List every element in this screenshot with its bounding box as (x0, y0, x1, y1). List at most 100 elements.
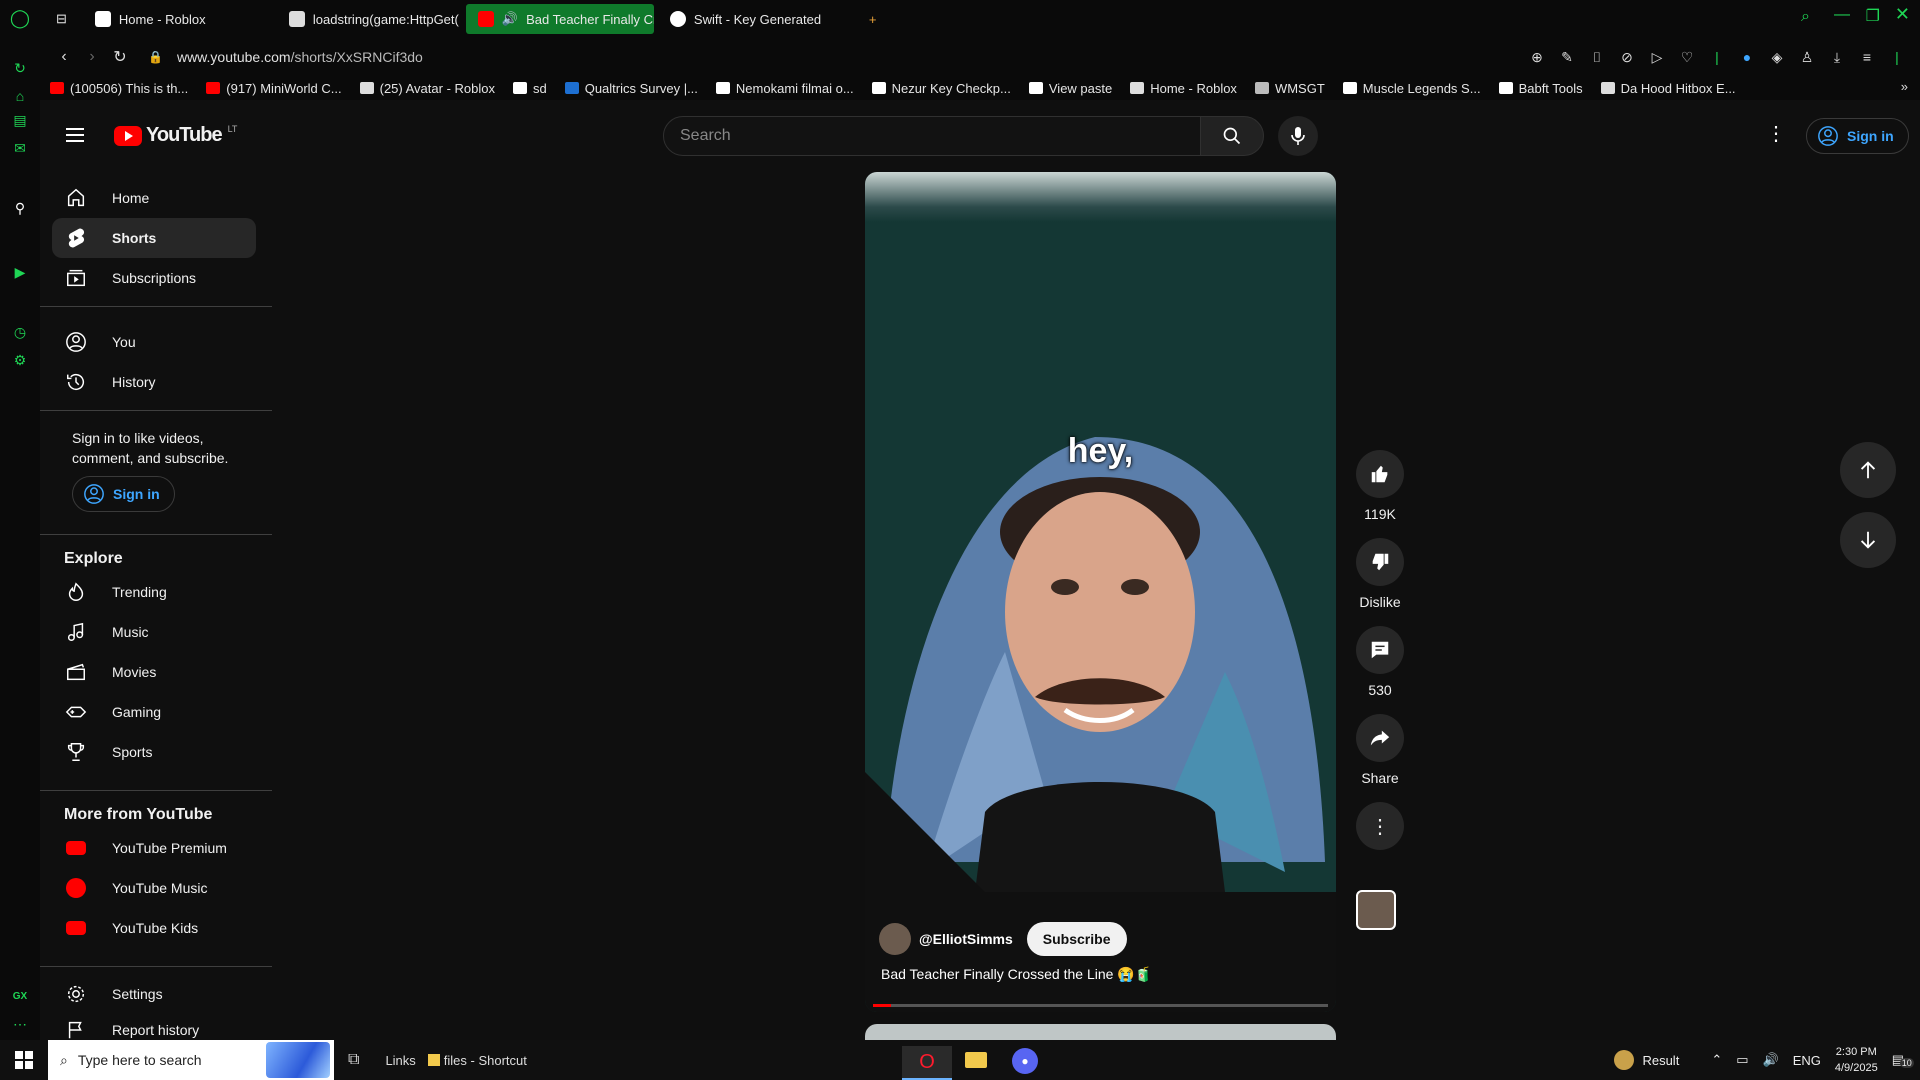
search-button[interactable] (1200, 116, 1264, 156)
network-icon[interactable]: ▭ (1736, 1052, 1748, 1068)
sidebar-item-trending[interactable]: Trending (52, 572, 256, 612)
download-icon[interactable]: ⤓ (1828, 48, 1846, 66)
language-indicator[interactable]: ENG (1793, 1053, 1821, 1068)
tab-loadstring[interactable]: loadstring(game:HttpGet( (277, 4, 462, 34)
cube-icon[interactable]: ◈ (1768, 48, 1786, 66)
url-field[interactable]: www.youtube.com/shorts/XxSRNCif3do (177, 49, 423, 65)
comments-button[interactable] (1356, 626, 1404, 674)
tray-expand-icon[interactable]: ⌃ (1711, 1052, 1722, 1068)
sidebar-item-you[interactable]: You (52, 322, 256, 362)
sign-in-button[interactable]: Sign in (1806, 118, 1909, 154)
short-video-player[interactable]: hey, @ElliotSimms Subscribe Bad Teacher … (865, 172, 1336, 1012)
gx-settings-icon[interactable]: ⚙ (10, 350, 30, 370)
bookmark-item[interactable]: Qualtrics Survey |... (564, 81, 698, 96)
subscribe-button[interactable]: Subscribe (1026, 922, 1127, 956)
result-widget[interactable]: Result (1614, 1050, 1679, 1070)
workspace-tab[interactable]: ⊟ (44, 4, 79, 34)
tab-bad-teacher[interactable]: 🔊 Bad Teacher Finally Cr (465, 4, 654, 34)
gx-control-icon[interactable]: ↻ (10, 58, 30, 78)
forward-icon[interactable]: › (78, 48, 106, 66)
previous-short-button[interactable] (1840, 442, 1896, 498)
minimize-icon[interactable]: — (1834, 6, 1850, 24)
voice-search-button[interactable] (1278, 116, 1318, 156)
gx-twitch-icon[interactable]: ▤ (10, 110, 30, 130)
discord-icon[interactable]: ● (1012, 1048, 1038, 1074)
next-short-button[interactable] (1840, 512, 1896, 568)
opera-gx-taskbar-icon[interactable]: O (902, 1046, 952, 1080)
scroll-up-icon[interactable]: ⌃ (262, 170, 270, 173)
gx-history-icon[interactable]: ◷ (10, 322, 30, 342)
settings-more-icon[interactable]: ⋮ (1766, 124, 1786, 144)
gx-bot-icon[interactable]: ⌂ (10, 86, 30, 106)
gx-pinned-icon[interactable]: ⚲ (10, 198, 30, 218)
bookmark-item[interactable]: (917) MiniWorld C... (206, 81, 342, 96)
search-input[interactable]: Search (663, 116, 1201, 156)
bookmark-item[interactable]: WMSGT (1254, 81, 1325, 96)
bookmark-item[interactable]: Nezur Key Checkp... (871, 81, 1011, 96)
bookmark-item[interactable]: (25) Avatar - Roblox (359, 81, 495, 96)
sidebar-item-youtube-premium[interactable]: YouTube Premium (52, 828, 256, 868)
tab-home-roblox[interactable]: Home - Roblox (83, 4, 273, 34)
gx-player-icon[interactable]: ▶ (10, 262, 30, 282)
files-shortcut[interactable]: files - Shortcut (427, 1053, 527, 1068)
menu-hamburger-icon[interactable] (66, 128, 84, 142)
bookmark-item[interactable]: Da Hood Hitbox E... (1600, 81, 1736, 96)
sidebar-item-music[interactable]: Music (52, 612, 256, 652)
sidebar-item-subscriptions[interactable]: Subscriptions (52, 258, 256, 298)
like-button[interactable] (1356, 450, 1404, 498)
channel-avatar[interactable] (879, 923, 911, 955)
extension-icon[interactable]: ● (1738, 48, 1756, 66)
block-icon[interactable]: ⊘ (1618, 48, 1636, 66)
bookmark-item[interactable]: View paste (1028, 81, 1112, 96)
camera-icon[interactable]: ⌷ (1588, 48, 1606, 66)
sidebar-item-sports[interactable]: Sports (52, 732, 256, 772)
channel-name[interactable]: @ElliotSimms (919, 931, 1013, 947)
sidebar-item-movies[interactable]: Movies (52, 652, 256, 692)
bookmark-item[interactable]: (100506) This is th... (50, 81, 188, 96)
share-button[interactable] (1356, 714, 1404, 762)
bookmarks-overflow-icon[interactable]: » (1901, 79, 1908, 94)
sidebar-item-history[interactable]: History (52, 362, 256, 402)
back-icon[interactable]: ‹ (50, 48, 78, 66)
gx-messenger-icon[interactable]: ✉ (10, 138, 30, 158)
task-view-icon[interactable]: ⧉ (348, 1051, 359, 1069)
lock-icon[interactable]: 🔒 (148, 50, 163, 64)
file-explorer-icon[interactable] (962, 1048, 990, 1072)
volume-icon[interactable]: 🔊 (1763, 1052, 1779, 1068)
sidebar-item-youtube-music[interactable]: YouTube Music (52, 868, 256, 908)
sidebar-item-settings[interactable]: Settings (52, 974, 256, 1014)
sidebar-item-home[interactable]: Home (52, 178, 256, 218)
more-options-button[interactable]: ⋮ (1356, 802, 1404, 850)
menu-icon[interactable]: ≡ (1858, 48, 1876, 66)
bookmark-item[interactable]: Nemokami filmai o... (715, 81, 854, 96)
links-toolbar[interactable]: Links (385, 1053, 415, 1068)
audio-playing-icon[interactable]: 🔊 (502, 11, 518, 27)
send-icon[interactable]: ▷ (1648, 48, 1666, 66)
notifications-icon[interactable]: ▤ 10 (1892, 1052, 1914, 1068)
youtube-logo[interactable]: YouTube LT (114, 124, 237, 147)
short-title[interactable]: Bad Teacher Finally Crossed the Line 😭🧃 (881, 966, 1152, 983)
progress-bar[interactable] (873, 1004, 1328, 1007)
clock[interactable]: 2:30 PM 4/9/2025 (1835, 1044, 1878, 1076)
new-tab-button[interactable]: + (857, 4, 889, 34)
reload-icon[interactable]: ↻ (106, 47, 134, 67)
heart-icon[interactable]: ♡ (1678, 48, 1696, 66)
sidebar-sign-in-button[interactable]: Sign in (72, 476, 175, 512)
tab-search-icon[interactable]: ⌕ (1801, 8, 1810, 26)
gx-more-icon[interactable]: ⋯ (10, 1014, 30, 1034)
taskbar-search[interactable]: ⌕ Type here to search (48, 1040, 334, 1080)
sound-thumbnail[interactable] (1356, 890, 1396, 930)
tab-swift-key[interactable]: Swift - Key Generated (658, 4, 853, 34)
bookmark-item[interactable]: Home - Roblox (1130, 81, 1237, 96)
sidebar-item-youtube-kids[interactable]: YouTube Kids (52, 908, 256, 948)
bookmark-item[interactable]: sd (512, 81, 547, 96)
close-icon[interactable]: ✕ (1895, 4, 1910, 25)
bookmark-item[interactable]: Babft Tools (1498, 81, 1583, 96)
sidebar-item-report-history[interactable]: Report history (52, 1010, 256, 1040)
maximize-icon[interactable]: ❐ (1866, 6, 1880, 26)
opera-logo-icon[interactable]: ◯ (10, 8, 30, 28)
sidebar-item-gaming[interactable]: Gaming (52, 692, 256, 732)
zoom-icon[interactable]: ⊕ (1528, 48, 1546, 66)
dislike-button[interactable] (1356, 538, 1404, 586)
edit-icon[interactable]: ✎ (1558, 48, 1576, 66)
